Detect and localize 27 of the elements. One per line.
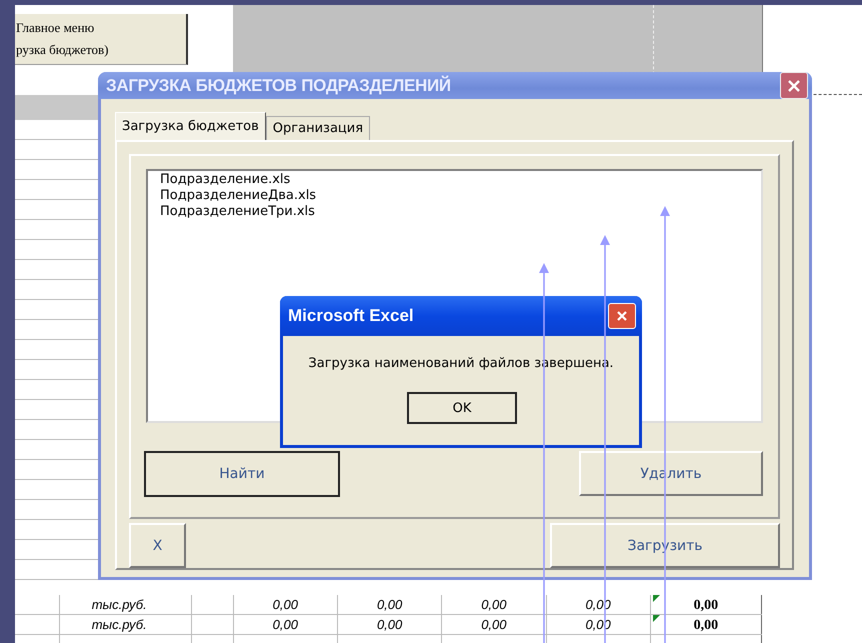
total-cell: 0,00 [694,618,718,633]
close-button[interactable] [780,72,808,99]
value-cell: 0,00 [234,595,338,614]
load-button[interactable]: Загрузить [550,523,780,568]
delete-button[interactable]: Удалить [579,451,763,496]
value-cell: 0,00 [234,615,338,634]
unit-cell: тыс.руб. [60,615,192,634]
close-form-button[interactable]: X [129,523,186,568]
window-title: ЗАГРУЗКА БЮДЖЕТОВ ПОДРАЗДЕЛЕНИЙ [106,76,451,96]
tab[interactable]: Организация [266,116,370,140]
list-item[interactable]: ПодразделениеДва.xls [160,188,749,204]
tab[interactable]: Загрузка бюджетов [115,112,266,140]
close-icon [616,310,628,322]
value-cell: 0,00 [338,615,442,634]
message-box-title: Microsoft Excel [288,306,414,326]
message-text: Загрузка наименований файлов завершена. [308,356,614,371]
main-menu-button[interactable]: Главное меню рузка бюджетов) [15,14,188,65]
value-cell: 0,00 [442,615,546,634]
unit-cell: тыс.руб. [60,595,192,614]
list-item[interactable]: ПодразделениеТри.xls [160,204,749,220]
find-button[interactable]: Найти [144,451,340,497]
value-cell: 0,00 [442,595,546,614]
ok-button[interactable]: OK [407,392,517,424]
close-icon [787,78,801,92]
list-item[interactable]: Подразделение.xls [160,172,749,188]
total-cell: 0,00 [694,598,718,613]
value-cell: 0,00 [338,595,442,614]
